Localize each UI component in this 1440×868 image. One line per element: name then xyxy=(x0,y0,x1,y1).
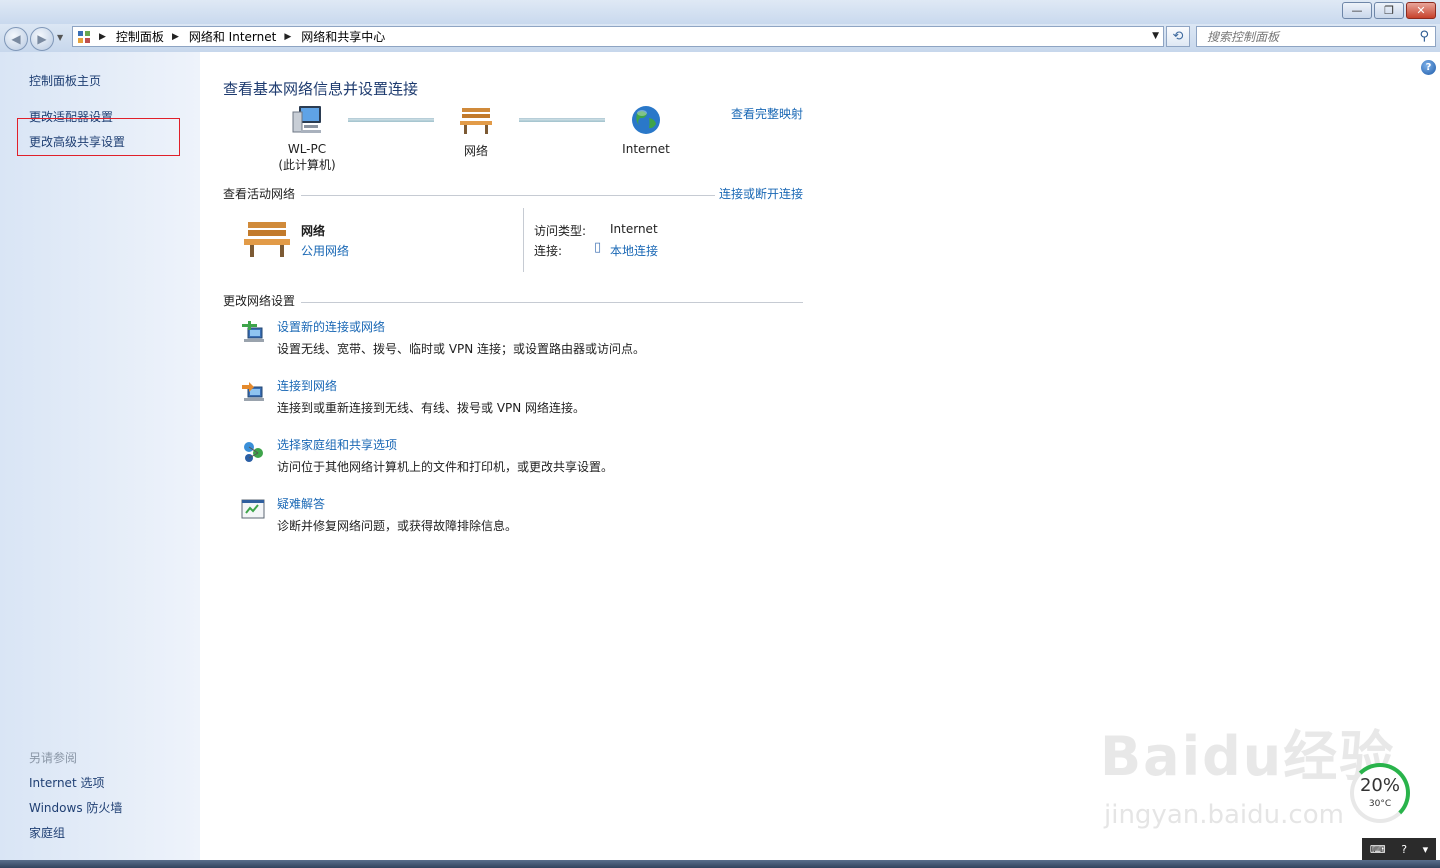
help-tray-icon[interactable]: ? xyxy=(1401,843,1407,856)
control-panel-icon xyxy=(77,30,91,44)
breadcrumb-control-panel[interactable]: 控制面板 xyxy=(116,28,164,45)
connections-label: 连接: xyxy=(534,244,563,258)
task-description: 诊断并修复网络问题，或获得故障排除信息。 xyxy=(277,519,518,533)
network-type-link[interactable]: 公用网络 xyxy=(301,242,349,259)
computer-name: WL-PC xyxy=(287,142,327,156)
map-connector xyxy=(348,118,434,122)
window-controls: — ❐ ✕ xyxy=(1342,2,1436,19)
taskbar xyxy=(0,860,1440,868)
bench-icon xyxy=(460,108,492,134)
forward-arrow-icon: ▶ xyxy=(37,32,47,46)
search-icon[interactable]: ⚲ xyxy=(1419,29,1429,44)
back-button[interactable]: ◀ xyxy=(4,27,28,51)
sidebar-link-control-panel-home[interactable]: 控制面板主页 xyxy=(29,72,101,89)
task-title[interactable]: 选择家庭组和共享选项 xyxy=(277,436,397,453)
forward-button[interactable]: ▶ xyxy=(30,27,54,51)
task-description: 设置无线、宽带、拨号、临时或 VPN 连接；或设置路由器或访问点。 xyxy=(277,342,646,356)
gauge-percent: 20% xyxy=(1359,775,1400,796)
local-connection-link[interactable]: 本地连接 xyxy=(610,242,658,259)
see-also-heading: 另请参阅 xyxy=(29,751,78,765)
vertical-divider xyxy=(523,208,524,272)
bench-icon xyxy=(244,222,290,257)
troubleshoot-icon xyxy=(241,499,265,519)
network-node-label: 网络 xyxy=(463,144,488,158)
keyboard-icon[interactable]: ⌨ xyxy=(1370,843,1386,856)
recent-pages-chevron-icon[interactable]: ▼ xyxy=(57,33,63,42)
view-full-map-link[interactable]: 查看完整映射 xyxy=(731,105,803,122)
minimize-button[interactable]: — xyxy=(1342,2,1372,19)
map-node-computer[interactable]: WL-PC (此计算机) xyxy=(270,104,344,173)
page-title: 查看基本网络信息并设置连接 xyxy=(223,80,419,98)
title-bar: — ❐ ✕ xyxy=(0,0,1440,24)
help-icon[interactable]: ? xyxy=(1421,60,1436,75)
breadcrumb-network-sharing-center[interactable]: 网络和共享中心 xyxy=(301,28,385,45)
address-dropdown-icon[interactable]: ▼ xyxy=(1152,31,1159,41)
active-network-name: 网络 xyxy=(301,224,326,238)
task-title[interactable]: 疑难解答 xyxy=(277,495,325,512)
navigation-bar: ◀ ▶ ▼ ▶ 控制面板 ▶ 网络和 Internet ▶ 网络和共享中心 ▼ … xyxy=(0,24,1440,52)
divider xyxy=(301,302,803,303)
back-arrow-icon: ◀ xyxy=(11,32,21,46)
access-type-value: Internet xyxy=(610,222,658,236)
search-box[interactable]: ⚲ xyxy=(1196,26,1436,47)
close-button[interactable]: ✕ xyxy=(1406,2,1436,19)
globe-icon xyxy=(632,106,660,134)
system-tray: ⌨ ? ▾ xyxy=(1362,838,1436,860)
refresh-icon: ⟲ xyxy=(1172,29,1184,44)
sidebar-link-windows-firewall[interactable]: Windows 防火墙 xyxy=(29,799,122,816)
refresh-button[interactable]: ⟲ xyxy=(1166,26,1190,47)
breadcrumb-separator-icon: ▶ xyxy=(171,31,179,42)
task-title[interactable]: 设置新的连接或网络 xyxy=(277,318,385,335)
divider xyxy=(301,195,715,196)
expand-tray-icon[interactable]: ▾ xyxy=(1423,843,1429,856)
task-description: 访问位于其他网络计算机上的文件和打印机，或更改共享设置。 xyxy=(277,460,614,474)
watermark-url: jingyan.baidu.com xyxy=(1104,800,1344,830)
connect-disconnect-link[interactable]: 连接或断开连接 xyxy=(719,185,803,202)
internet-node-label: Internet xyxy=(622,142,670,156)
highlight-box xyxy=(17,118,180,156)
map-connector xyxy=(519,118,605,122)
homegroup-icon xyxy=(244,442,263,462)
change-settings-heading-text: 更改网络设置 xyxy=(223,294,296,308)
access-type-label: 访问类型: xyxy=(534,224,587,238)
address-bar[interactable]: ▶ 控制面板 ▶ 网络和 Internet ▶ 网络和共享中心 ▼ xyxy=(72,26,1164,47)
new-connection-icon xyxy=(242,321,264,342)
restore-button[interactable]: ❐ xyxy=(1374,2,1404,19)
change-settings-heading: 更改网络设置 xyxy=(223,292,295,309)
breadcrumb-separator-icon: ▶ xyxy=(99,31,106,42)
map-node-network[interactable]: 网络 xyxy=(446,104,506,159)
breadcrumb-network-internet[interactable]: 网络和 Internet xyxy=(189,28,276,45)
map-node-internet[interactable]: Internet xyxy=(612,104,680,156)
active-networks-heading-text: 查看活动网络 xyxy=(223,187,296,201)
sidebar: 控制面板主页 更改适配器设置 更改高级共享设置 另请参阅 Internet 选项… xyxy=(0,52,200,860)
watermark-logo: Baidu经验 xyxy=(1100,725,1396,788)
gauge-temperature: 30°C xyxy=(1368,799,1392,809)
cpu-gauge-widget[interactable]: 20% 30°C xyxy=(1350,763,1410,823)
ethernet-icon: ▯ xyxy=(594,240,602,255)
computer-icon xyxy=(292,106,321,133)
computer-subtitle: (此计算机) xyxy=(278,158,336,172)
breadcrumb-separator-icon: ▶ xyxy=(284,31,292,42)
sidebar-link-internet-options[interactable]: Internet 选项 xyxy=(29,774,104,791)
task-title[interactable]: 连接到网络 xyxy=(277,377,337,394)
connect-network-icon xyxy=(242,382,264,401)
sidebar-link-homegroup[interactable]: 家庭组 xyxy=(29,824,65,841)
active-networks-heading: 查看活动网络 xyxy=(223,185,295,202)
search-input[interactable] xyxy=(1205,28,1409,45)
task-description: 连接到或重新连接到无线、有线、拨号或 VPN 网络连接。 xyxy=(277,401,586,415)
